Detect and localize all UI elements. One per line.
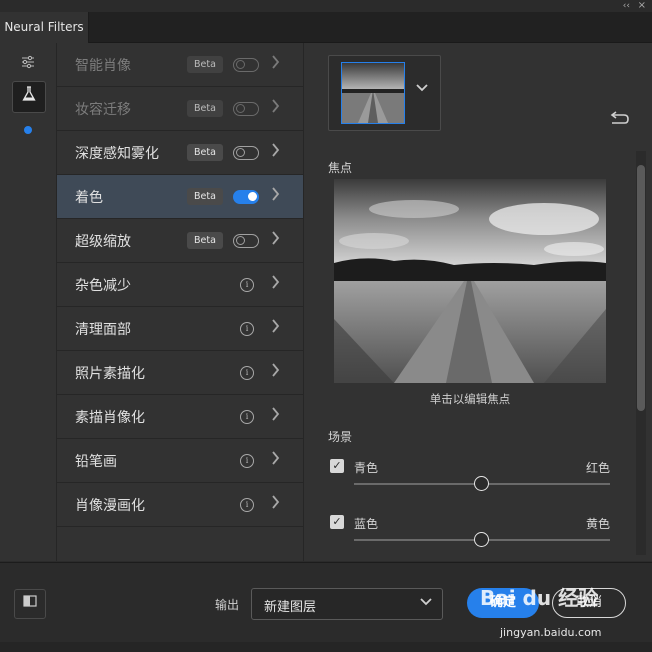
- chevron-down-icon[interactable]: [416, 81, 428, 96]
- cyan-red-checkbox[interactable]: ✓: [330, 459, 344, 473]
- sliders-icon[interactable]: [12, 49, 44, 79]
- baidu-watermark-logo: Bai du 经验: [480, 586, 599, 610]
- filter-row[interactable]: 妆容迁移 Beta: [57, 87, 303, 131]
- chevron-right-icon[interactable]: [271, 406, 280, 425]
- blue-label: 蓝色: [354, 517, 379, 531]
- toggle-knob: [236, 104, 245, 113]
- window-bottom-strip: [0, 642, 652, 652]
- filter-name: 素描肖像化: [75, 410, 145, 426]
- reference-thumbnail[interactable]: [341, 62, 405, 124]
- filter-row[interactable]: 清理面部 i: [57, 307, 303, 351]
- filter-name: 智能肖像: [75, 58, 131, 74]
- chevron-right-icon[interactable]: [271, 54, 280, 73]
- info-icon[interactable]: i: [240, 278, 254, 292]
- toggle-knob: [236, 236, 245, 245]
- info-icon[interactable]: i: [240, 498, 254, 512]
- active-indicator-dot: [24, 126, 32, 134]
- chevron-right-icon[interactable]: [271, 186, 280, 205]
- baidu-watermark-url: jingyan.baidu.com: [500, 626, 602, 639]
- reset-glyph: [610, 111, 629, 124]
- output-label: 输出: [215, 598, 240, 612]
- reset-icon[interactable]: [609, 111, 629, 132]
- filter-toggle[interactable]: [233, 102, 259, 116]
- compare-view-icon[interactable]: [14, 589, 46, 619]
- tab-neural-filters[interactable]: Neural Filters: [0, 12, 89, 43]
- filter-row[interactable]: 照片素描化 i: [57, 351, 303, 395]
- filter-row[interactable]: 杂色减少 i: [57, 263, 303, 307]
- beta-badge: Beta: [187, 56, 223, 73]
- output-select-value: 新建图层: [264, 600, 317, 615]
- filter-row[interactable]: 超级缩放 Beta: [57, 219, 303, 263]
- chevron-down-glyph: [416, 84, 428, 92]
- chevron-right-icon[interactable]: [271, 450, 280, 469]
- red-label: 红色: [585, 461, 610, 475]
- filter-row[interactable]: 深度感知雾化 Beta: [57, 131, 303, 175]
- sliders-icon-glyph: [22, 55, 34, 69]
- beta-badge: Beta: [187, 188, 223, 205]
- beta-badge: Beta: [187, 144, 223, 161]
- collapse-panel-icon[interactable]: ‹‹: [623, 1, 630, 11]
- chevron-right-icon[interactable]: [271, 230, 280, 249]
- flask-icon[interactable]: [12, 81, 46, 113]
- focus-caption: 单击以编辑焦点: [429, 392, 511, 406]
- info-icon[interactable]: i: [240, 322, 254, 336]
- info-icon[interactable]: i: [240, 410, 254, 424]
- flask-icon-glyph: [22, 86, 36, 101]
- focus-label: 焦点: [328, 161, 353, 175]
- tab-bar: Neural Filters: [0, 12, 652, 43]
- filter-name: 超级缩放: [75, 234, 131, 250]
- left-toolbar: [0, 43, 57, 561]
- filter-settings-panel: 焦点 单击以编辑焦点 场景 ✓ 青色 红色 ✓ 蓝色 黄色: [304, 43, 652, 561]
- toggle-knob: [236, 60, 245, 69]
- beta-badge: Beta: [187, 232, 223, 249]
- filter-name: 深度感知雾化: [75, 146, 159, 162]
- filter-row[interactable]: 智能肖像 Beta: [57, 43, 303, 87]
- info-icon[interactable]: i: [240, 454, 254, 468]
- compare-glyph: [23, 595, 37, 607]
- chevron-right-icon[interactable]: [271, 98, 280, 117]
- filter-list: 智能肖像 Beta 妆容迁移 Beta 深度感知雾化 Beta 着色 Beta 超级缩放 Beta…: [57, 43, 304, 561]
- yellow-label: 黄色: [585, 517, 610, 531]
- select-chevron-glyph: [420, 598, 432, 606]
- toggle-knob: [248, 192, 257, 201]
- filter-toggle[interactable]: [233, 234, 259, 248]
- reference-image-picker[interactable]: [328, 55, 441, 131]
- thumbnail-image: [342, 63, 404, 123]
- blue-yellow-checkbox[interactable]: ✓: [330, 515, 344, 529]
- filter-name: 杂色减少: [75, 278, 131, 294]
- scrollbar-thumb[interactable]: [637, 165, 645, 411]
- toggle-knob: [236, 148, 245, 157]
- filter-toggle[interactable]: [233, 58, 259, 72]
- beta-badge: Beta: [187, 100, 223, 117]
- filter-name: 清理面部: [75, 322, 131, 338]
- filter-name: 铅笔画: [75, 454, 117, 470]
- chevron-right-icon[interactable]: [271, 142, 280, 161]
- filter-name: 肖像漫画化: [75, 498, 145, 514]
- filter-name: 照片素描化: [75, 366, 145, 382]
- focus-preview-image[interactable]: [334, 179, 606, 383]
- scene-label: 场景: [328, 430, 353, 444]
- filter-name: 着色: [75, 190, 103, 206]
- chevron-right-icon[interactable]: [271, 362, 280, 381]
- close-icon[interactable]: ×: [638, 0, 646, 11]
- landscape-photo: [334, 179, 606, 383]
- cyan-red-slider-handle[interactable]: [474, 476, 489, 491]
- filter-row[interactable]: 肖像漫画化 i: [57, 483, 303, 527]
- filter-row[interactable]: 着色 Beta: [57, 175, 303, 219]
- filter-row[interactable]: 素描肖像化 i: [57, 395, 303, 439]
- filter-toggle[interactable]: [233, 190, 259, 204]
- window-top-strip: ‹‹ ×: [0, 0, 652, 12]
- chevron-right-icon[interactable]: [271, 274, 280, 293]
- chevron-right-icon[interactable]: [271, 494, 280, 513]
- cyan-label: 青色: [354, 461, 379, 475]
- panel-scrollbar[interactable]: [636, 151, 646, 555]
- info-icon[interactable]: i: [240, 366, 254, 380]
- filter-toggle[interactable]: [233, 146, 259, 160]
- output-select[interactable]: 新建图层: [251, 588, 443, 620]
- filter-name: 妆容迁移: [75, 102, 131, 118]
- blue-yellow-slider-handle[interactable]: [474, 532, 489, 547]
- chevron-down-icon: [420, 595, 432, 610]
- filter-row[interactable]: 铅笔画 i: [57, 439, 303, 483]
- chevron-right-icon[interactable]: [271, 318, 280, 337]
